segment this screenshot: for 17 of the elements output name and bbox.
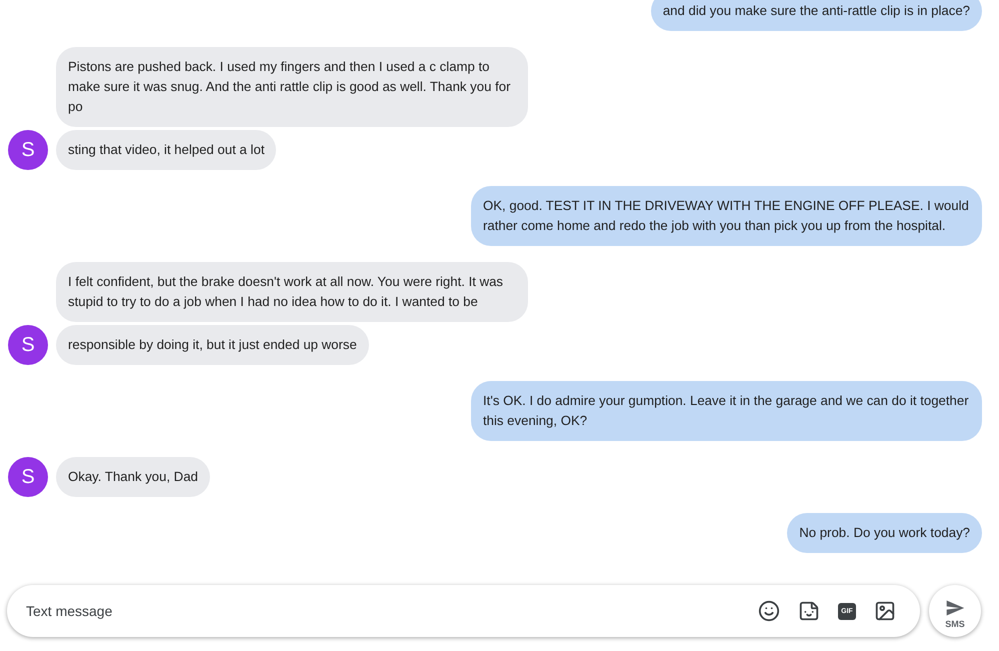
- send-icon: [945, 598, 965, 618]
- received-message: responsible by doing it, but it just ended up worse: [56, 325, 369, 365]
- avatar: S: [8, 130, 48, 170]
- image-icon[interactable]: [874, 600, 896, 622]
- sent-message: OK, good. TEST IT IN THE DRIVEWAY WITH THE ENGINE OFF PLEASE. I would rather come home and redo the job with you than pick you up from the hospital.: [471, 186, 982, 246]
- sent-message: It's OK. I do admire your gumption. Leave it in the garage and we can do it together this evening, OK?: [471, 381, 982, 441]
- sent-message: and did you make sure the anti-rattle clip is in place?: [650, 0, 982, 31]
- send-button[interactable]: SMS: [929, 585, 981, 637]
- sent-message: No prob. Do you work today?: [787, 513, 982, 553]
- received-message: Okay. Thank you, Dad: [56, 457, 210, 497]
- emoji-icon[interactable]: [758, 600, 780, 622]
- received-message: I felt confident, but the brake doesn't work at all now. You were right. It was stupid to try to do a job when I had no idea how to do it. I wanted to be: [56, 262, 528, 322]
- avatar: S: [8, 325, 48, 365]
- avatar: S: [8, 457, 48, 497]
- received-message: sting that video, it helped out a lot: [56, 130, 276, 170]
- sticker-icon[interactable]: [798, 600, 820, 622]
- received-message: Pistons are pushed back. I used my fingers and then I used a c clamp to make sure it was snug. And the anti rattle clip is good as well. Thank you for po: [56, 47, 528, 127]
